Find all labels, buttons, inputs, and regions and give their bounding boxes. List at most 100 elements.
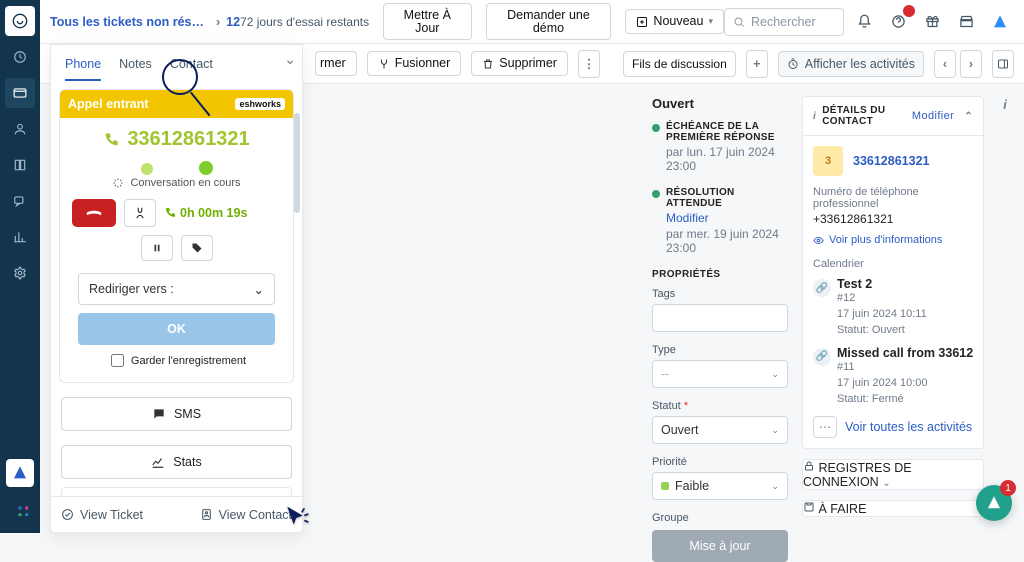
phone-small-icon [164, 207, 176, 219]
search-placeholder: Rechercher [751, 15, 816, 29]
call-direction-label: Appel entrant [68, 97, 149, 111]
merge-button[interactable]: Fusionner [367, 51, 462, 76]
more-info-link[interactable]: Voir plus d'informations [813, 234, 973, 246]
gift-icon[interactable] [918, 8, 946, 36]
chevron-up-icon[interactable]: ⌃ [964, 111, 973, 122]
redirect-select[interactable]: Rediriger vers : ⌄ [78, 273, 275, 305]
phone-icon [103, 132, 119, 148]
nav-app-logo[interactable] [6, 459, 34, 487]
priority-dot [661, 482, 669, 490]
sms-button[interactable]: SMS [61, 397, 292, 431]
breadcrumb-sep: › [216, 15, 220, 29]
nav-kb-icon[interactable] [5, 150, 35, 180]
activity-sub: #11 [837, 360, 973, 376]
show-activities-label: Afficher les activités [805, 57, 915, 71]
call-history-button[interactable]: Historique des appels [61, 487, 292, 496]
add-thread-button[interactable]: + [746, 50, 768, 78]
stats-label: Stats [173, 455, 202, 469]
request-demo-button[interactable]: Demander une démo [486, 3, 612, 40]
show-activities-button[interactable]: Afficher les activités [778, 51, 924, 77]
contact-name-link[interactable]: 33612861321 [853, 154, 929, 168]
alert-dot [903, 5, 915, 17]
edit-contact-link[interactable]: Modifier [912, 110, 954, 122]
nav-reports-icon[interactable] [5, 222, 35, 252]
tab-phone[interactable]: Phone [65, 57, 101, 81]
link-icon: 🔗 [813, 279, 831, 297]
priority-label: Priorité [652, 456, 788, 468]
modify-resolution-link[interactable]: Modifier [666, 211, 709, 225]
tab-contact[interactable]: Contact [170, 57, 213, 81]
tags-input[interactable] [652, 304, 788, 332]
link-icon: 🔗 [813, 348, 831, 366]
nav-social-icon[interactable] [5, 186, 35, 216]
breadcrumb-root[interactable]: Tous les tickets non réso… [50, 15, 210, 29]
upgrade-button[interactable]: Mettre À Jour [383, 3, 471, 40]
nav-tickets-icon[interactable] [5, 78, 35, 108]
nav-dashboard-icon[interactable] [5, 42, 35, 72]
more-info-label: Voir plus d'informations [829, 234, 942, 246]
expand-panel-button[interactable] [992, 50, 1014, 78]
contact-info-toggle[interactable]: i [998, 96, 1012, 112]
close-button-partial[interactable]: rmer [315, 51, 357, 76]
nav-contacts-icon[interactable] [5, 114, 35, 144]
threads-label: Fils de discussion [632, 57, 727, 71]
activity-item[interactable]: 🔗 Missed call from 33612861321 #11 17 ju… [813, 345, 973, 408]
type-value: -- [661, 367, 669, 381]
anim-dot [141, 163, 153, 175]
activity-title: Test 2 [837, 277, 973, 291]
update-ticket-button[interactable]: Mise à jour [652, 530, 788, 562]
collapse-popover-icon[interactable]: ⌄ [284, 51, 296, 68]
help-icon[interactable] [884, 8, 912, 36]
status-dot-green [652, 124, 660, 132]
notifications-icon[interactable] [850, 8, 878, 36]
chart-icon [151, 455, 165, 469]
delete-button[interactable]: Supprimer [471, 51, 568, 76]
chevron-down-icon[interactable]: ⌄ [882, 478, 890, 489]
see-all-activities-link[interactable]: Voir toutes les activités [845, 420, 972, 434]
popover-scrollbar[interactable] [294, 113, 300, 213]
breadcrumb-ticket-id: 12 [226, 15, 240, 29]
next-button[interactable]: › [960, 50, 982, 78]
keep-recording-checkbox[interactable] [111, 354, 124, 367]
nav-settings-icon[interactable] [5, 258, 35, 288]
activity-status: Statut: Fermé [837, 392, 973, 408]
upgrade-label: Mettre À Jour [394, 9, 460, 34]
view-ticket-link[interactable]: View Ticket [61, 508, 143, 522]
threads-button[interactable]: Fils de discussion [623, 51, 736, 77]
priority-value: Faible [675, 479, 709, 493]
resolution-label: RÉSOLUTION ATTENDUE [666, 187, 788, 209]
view-contact-link[interactable]: View Contact [200, 508, 292, 522]
hold-button[interactable] [124, 199, 156, 227]
activity-item[interactable]: 🔗 Test 2 #12 17 juin 2024 10:11 Statut: … [813, 276, 973, 339]
left-nav-rail [0, 0, 40, 533]
info-icon: i [813, 111, 816, 122]
activity-date: 17 juin 2024 10:11 [837, 307, 973, 323]
ok-button[interactable]: OK [78, 313, 275, 345]
sms-label: SMS [174, 407, 201, 421]
type-select[interactable]: --⌄ [652, 360, 788, 388]
tab-notes[interactable]: Notes [119, 57, 152, 81]
pause-button[interactable] [141, 235, 173, 261]
priority-select[interactable]: Faible⌄ [652, 472, 788, 500]
incoming-phone-number: 33612861321 [127, 128, 249, 151]
tag-button[interactable] [181, 235, 213, 261]
contact-avatar: 3 [813, 146, 843, 176]
nav-phone-icon[interactable] [5, 6, 35, 36]
nav-apps-icon[interactable] [5, 493, 35, 523]
prev-button[interactable]: ‹ [934, 50, 956, 78]
status-select[interactable]: Ouvert⌄ [652, 416, 788, 444]
stats-button[interactable]: Stats [61, 445, 292, 479]
search-input[interactable]: Rechercher [724, 8, 844, 36]
type-label: Type [652, 344, 788, 356]
new-button[interactable]: Nouveau ▾ [625, 9, 724, 34]
more-actions-button[interactable]: ⋮ [578, 50, 600, 78]
plus-box-icon [636, 16, 648, 28]
view-contact-label: View Contact [219, 508, 292, 522]
hangup-button[interactable] [72, 199, 116, 227]
help-fab[interactable]: 1 [976, 485, 1012, 521]
brand-logo-icon[interactable] [986, 8, 1014, 36]
brand-chip: eshworks [235, 98, 285, 110]
marketplace-icon[interactable] [952, 8, 980, 36]
more-menu-button[interactable]: ··· [813, 416, 837, 438]
contact-panel-title: DÉTAILS DU CONTACT [822, 105, 906, 127]
